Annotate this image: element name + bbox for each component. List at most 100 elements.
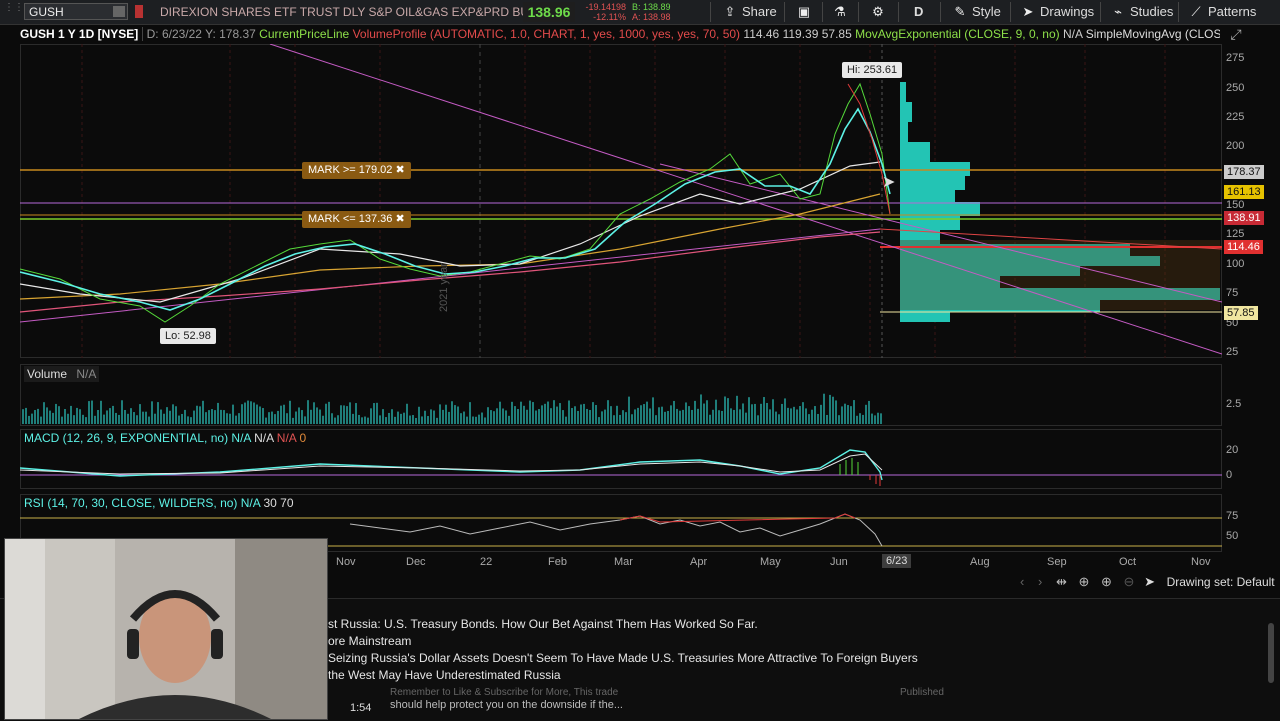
volume-bar (424, 410, 426, 424)
volume-bar (364, 416, 366, 424)
macd-chart (20, 449, 1222, 486)
expand-horizontal-icon[interactable]: ⇹ (1056, 574, 1067, 589)
volume-bar (121, 400, 123, 424)
separator (822, 2, 823, 22)
volume-profile-study[interactable]: VolumeProfile (AUTOMATIC, 1.0, CHART, 1,… (353, 27, 741, 41)
close-icon[interactable]: ✖ (395, 164, 404, 176)
news-item[interactable]: st Russia: U.S. Treasury Bonds. How Our … (328, 617, 758, 631)
scroll-left-icon[interactable]: ‹ (1020, 574, 1024, 589)
volume-bar (322, 415, 324, 424)
symbol-input[interactable]: GUSH (24, 3, 128, 20)
close-icon[interactable]: ✖ (395, 213, 404, 225)
style-button[interactable]: ✎ Style (952, 0, 1001, 24)
volume-bar (73, 415, 75, 424)
volume-bar (142, 411, 144, 424)
volume-bar (163, 413, 165, 424)
news-item[interactable]: the West May Have Underestimated Russia (328, 668, 561, 682)
pointer-icon[interactable]: ➤ (1144, 574, 1155, 589)
volume-bar (619, 414, 621, 424)
ema-study[interactable]: MovAvgExponential (CLOSE, 9, 0, no) (855, 27, 1060, 41)
volume-bar (118, 414, 120, 424)
top-toolbar: ⋮⋮ GUSH DIREXION SHARES ETF TRUST DLY S&… (0, 0, 1280, 25)
volume-bar (508, 415, 510, 424)
volume-bar (61, 416, 63, 424)
volume-bar (838, 415, 840, 424)
volume-bar (511, 401, 513, 424)
patterns-button[interactable]: ⟋ Patterns (1188, 0, 1256, 24)
bid-ask-block: B: 138.89 A: 138.98 (632, 2, 682, 22)
vp-value-3: 57.85 (821, 27, 852, 41)
current-price-line-study[interactable]: CurrentPriceLine (259, 27, 349, 41)
volume-bar (820, 404, 822, 424)
volume-bar (58, 406, 60, 424)
last-price: 138.96 (523, 2, 575, 22)
share-button[interactable]: ⇪ Share (722, 0, 777, 24)
volume-bar (730, 408, 732, 424)
link-flag-icon[interactable] (135, 5, 143, 18)
volume-bar (343, 405, 345, 424)
volume-bar (439, 404, 441, 424)
lower-mark-tag[interactable]: MARK <= 137.36 ✖ (302, 211, 411, 228)
settings-button[interactable]: ⚙ (870, 0, 890, 24)
drawing-set-label[interactable]: Drawing set: Default (1167, 575, 1275, 589)
zoom-out-icon[interactable]: ⊖ (1124, 574, 1135, 589)
volume-bar (703, 403, 705, 424)
volume-bar (592, 402, 594, 424)
volume-bar (451, 401, 453, 424)
volume-bar (877, 412, 879, 424)
symbol-dropdown-icon[interactable] (113, 6, 125, 17)
sma-study[interactable]: SimpleMovingAvg (CLOSE,... (1086, 27, 1220, 41)
price-axis-label: 125 (1226, 228, 1245, 240)
volume-bar (640, 405, 642, 424)
collapse-icon[interactable]: ⤢ (1226, 25, 1246, 43)
drawings-button[interactable]: ➤ Drawings (1020, 0, 1095, 24)
volume-bar (811, 409, 813, 424)
volume-bar (832, 396, 834, 424)
cursor-icon: ➤ (1022, 4, 1034, 19)
volume-bar (223, 410, 225, 424)
volume-bar (808, 414, 810, 424)
price-chart-svg[interactable] (20, 44, 1222, 358)
volume-bar (106, 410, 108, 424)
volume-bar (562, 410, 564, 424)
volume-bar (487, 407, 489, 424)
volume-bar (610, 406, 612, 424)
studies-button[interactable]: ⌁ Studies (1110, 0, 1173, 24)
price-axis-label: 200 (1226, 140, 1245, 152)
volume-bar (115, 412, 117, 424)
layout-button[interactable]: ▣ (796, 0, 816, 24)
news-item[interactable]: ore Mainstream (328, 634, 411, 648)
volume-bar (862, 414, 864, 424)
volume-bar (595, 405, 597, 424)
upper-mark-tag[interactable]: MARK >= 179.02 ✖ (302, 162, 411, 179)
volume-bar (763, 397, 765, 424)
volume-bar (748, 397, 750, 424)
grip-handle[interactable]: ⋮⋮ (4, 3, 24, 20)
news-item[interactable]: Seizing Russia's Dollar Assets Doesn't S… (328, 651, 918, 665)
price-axis-label: 25 (1226, 346, 1239, 358)
share-label: Share (742, 4, 777, 19)
volume-bars (22, 393, 882, 424)
volume-bar (172, 404, 174, 424)
crosshair-icon[interactable]: ⊕ (1078, 574, 1089, 589)
volume-bar (337, 415, 339, 424)
separator (858, 2, 859, 22)
volume-bar (535, 410, 537, 424)
period-button[interactable]: D (914, 0, 923, 24)
volume-bar (589, 410, 591, 424)
scroll-right-icon[interactable]: › (1038, 574, 1042, 589)
volume-bar (568, 400, 570, 424)
volume-bar (778, 414, 780, 424)
chart-controls: ‹ › ⇹ ⊕ ⊕ ⊖ ➤ Drawing set: Default (1020, 574, 1275, 590)
video-caption-faint: Remember to Like & Subscribe for More, T… (390, 687, 619, 698)
news-scrollbar[interactable] (1268, 623, 1274, 683)
volume-bar (226, 413, 228, 424)
percent-change: -12.11% (593, 12, 626, 22)
volume-bar (787, 407, 789, 424)
volume-bar (196, 405, 198, 424)
time-axis-label: Nov (1191, 556, 1211, 568)
flask-button[interactable]: ⚗ (832, 0, 852, 24)
change-block: -19.14198 -12.11% (580, 2, 626, 22)
volume-bar (136, 415, 138, 424)
zoom-in-icon[interactable]: ⊕ (1101, 574, 1112, 589)
